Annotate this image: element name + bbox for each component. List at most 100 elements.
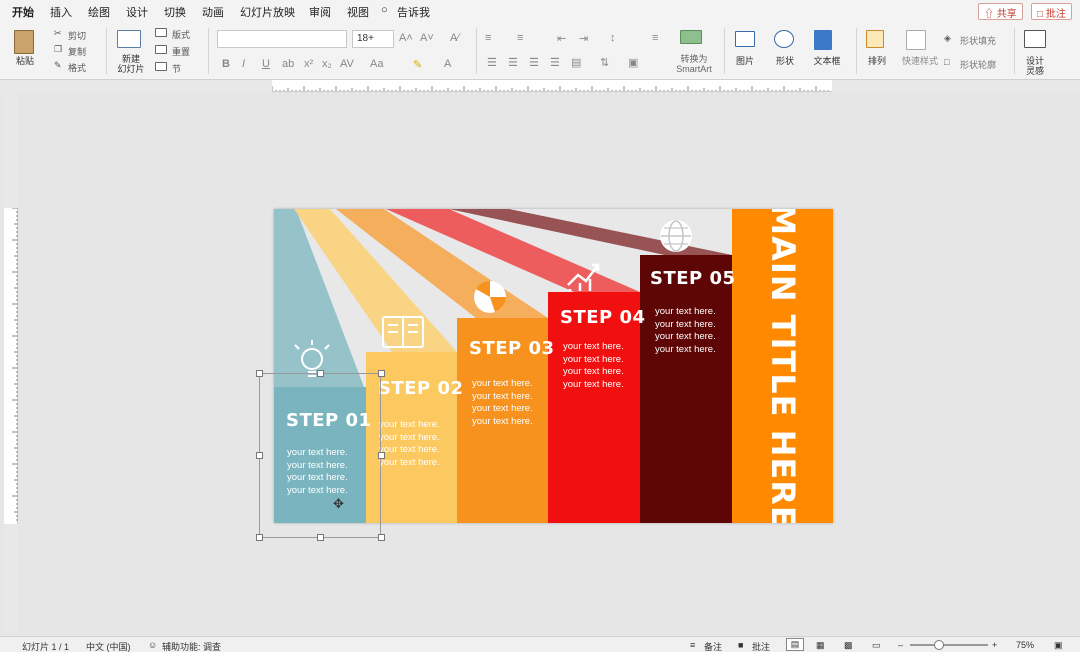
tab-review[interactable]: 审阅: [309, 4, 331, 20]
section-button[interactable]: 节: [172, 62, 181, 75]
zoom-slider-track[interactable]: [910, 644, 988, 646]
design-ideas-icon[interactable]: [1024, 30, 1046, 48]
quick-styles-button[interactable]: 快速样式: [900, 56, 940, 66]
language-indicator[interactable]: 中文 (中国): [86, 640, 131, 652]
subscript-icon[interactable]: x₂: [322, 58, 332, 70]
accessibility-status[interactable]: 辅助功能: 调查: [162, 640, 221, 652]
arrange-icon[interactable]: [866, 30, 884, 48]
zoom-in-icon[interactable]: +: [992, 640, 997, 650]
new-slide-icon[interactable]: [117, 30, 141, 48]
quick-styles-icon[interactable]: [906, 30, 926, 50]
align-text-icon[interactable]: ▣: [628, 56, 638, 69]
reset-button[interactable]: 重置: [172, 45, 190, 58]
copy-button[interactable]: 复制: [68, 45, 86, 58]
status-comments-button[interactable]: 批注: [752, 640, 770, 652]
tab-view[interactable]: 视图: [347, 4, 369, 20]
increase-font-icon[interactable]: A˄: [399, 32, 413, 44]
resize-handle-w[interactable]: [256, 452, 263, 459]
picture-button[interactable]: 图片: [732, 56, 758, 66]
slideshow-icon[interactable]: ▭: [872, 640, 881, 651]
tab-animations[interactable]: 动画: [202, 4, 224, 20]
shape-fill-icon[interactable]: ◈: [944, 33, 951, 44]
horizontal-ruler[interactable]: [272, 80, 832, 92]
zoom-slider-thumb[interactable]: [934, 640, 944, 650]
resize-handle-nw[interactable]: [256, 370, 263, 377]
shape-button[interactable]: 形状: [772, 56, 798, 66]
smartart-icon[interactable]: [680, 30, 702, 44]
comments-button[interactable]: □ 批注: [1031, 3, 1072, 20]
textbox-icon[interactable]: [814, 30, 832, 50]
bold-icon[interactable]: B: [222, 58, 230, 70]
tab-design[interactable]: 设计: [126, 4, 148, 20]
design-ideas-button[interactable]: 设计 灵感: [1020, 56, 1050, 76]
selection-frame[interactable]: [259, 373, 381, 538]
shape-outline-icon[interactable]: □: [944, 57, 949, 67]
format-painter-button[interactable]: 格式: [68, 61, 86, 74]
numbering-icon[interactable]: ≡: [517, 32, 523, 44]
font-name-input[interactable]: [217, 30, 347, 48]
notes-button[interactable]: 备注: [704, 640, 722, 652]
new-slide-button[interactable]: 新建 幻灯片: [116, 54, 146, 74]
tab-draw[interactable]: 绘图: [88, 4, 110, 20]
resize-handle-se[interactable]: [378, 534, 385, 541]
font-size-input[interactable]: 18+: [352, 30, 394, 48]
shape-outline-button[interactable]: 形状轮廓: [960, 58, 996, 71]
paste-icon[interactable]: [14, 30, 34, 54]
resize-handle-s[interactable]: [317, 534, 324, 541]
slide-sorter-icon[interactable]: ▦: [816, 640, 825, 651]
decrease-indent-icon[interactable]: ⇤: [557, 32, 566, 45]
clear-format-icon[interactable]: A∕: [450, 32, 459, 44]
change-case-icon[interactable]: Aa: [370, 58, 383, 70]
tab-slideshow[interactable]: 幻灯片放映: [240, 4, 295, 20]
main-title-box[interactable]: MAIN TITLE HERE: [732, 209, 833, 523]
tab-tell-me[interactable]: 告诉我: [397, 4, 430, 20]
bullets-icon[interactable]: ≡: [485, 32, 491, 44]
cut-icon[interactable]: ✂: [54, 28, 62, 39]
zoom-level[interactable]: 75%: [1016, 640, 1034, 650]
format-painter-icon[interactable]: ✎: [54, 60, 62, 71]
highlight-icon[interactable]: ✎: [413, 58, 422, 71]
decrease-font-icon[interactable]: A˅: [420, 32, 434, 44]
cut-button[interactable]: 剪切: [68, 29, 86, 42]
align-right-icon[interactable]: ☰: [529, 56, 539, 69]
fit-to-window-icon[interactable]: ▣: [1054, 640, 1063, 651]
arrange-button[interactable]: 排列: [864, 56, 890, 66]
tab-home[interactable]: 开始: [12, 4, 34, 24]
resize-handle-ne[interactable]: [378, 370, 385, 377]
columns-icon[interactable]: ▤: [571, 56, 581, 69]
increase-indent-icon[interactable]: ⇥: [579, 32, 588, 45]
font-color-icon[interactable]: A: [444, 58, 451, 70]
shape-icon[interactable]: [774, 30, 794, 48]
resize-handle-sw[interactable]: [256, 534, 263, 541]
align-left-icon[interactable]: ☰: [487, 56, 497, 69]
resize-handle-n[interactable]: [317, 370, 324, 377]
vertical-ruler[interactable]: [4, 207, 18, 524]
strikethrough-icon[interactable]: ab: [282, 58, 294, 70]
globe-icon: [660, 220, 692, 252]
justify-icon[interactable]: ☰: [550, 56, 560, 69]
share-button[interactable]: ⇧ 共享: [978, 3, 1023, 20]
zoom-out-icon[interactable]: –: [898, 640, 903, 650]
line-spacing-icon[interactable]: ↕: [610, 32, 616, 44]
layout-button[interactable]: 版式: [172, 28, 190, 41]
shape-fill-button[interactable]: 形状填充: [960, 34, 996, 47]
reading-view-icon[interactable]: ▩: [844, 640, 853, 651]
underline-icon[interactable]: U: [262, 58, 270, 70]
picture-icon[interactable]: [735, 31, 755, 47]
columns-layout-icon[interactable]: ≡: [652, 32, 658, 44]
layout-icon[interactable]: [155, 28, 167, 37]
textbox-button[interactable]: 文本框: [810, 56, 844, 66]
char-spacing-icon[interactable]: AV: [340, 58, 354, 70]
resize-handle-e[interactable]: [378, 452, 385, 459]
reset-icon[interactable]: [155, 45, 167, 54]
italic-icon[interactable]: I: [242, 58, 245, 70]
normal-view-icon[interactable]: ▤: [786, 638, 804, 651]
text-direction-icon[interactable]: ⇅: [600, 56, 609, 69]
section-icon[interactable]: [155, 62, 167, 71]
align-center-icon[interactable]: ☰: [508, 56, 518, 69]
copy-icon[interactable]: ❐: [54, 44, 62, 55]
tab-transitions[interactable]: 切换: [164, 4, 186, 20]
convert-smartart-button[interactable]: 转换为 SmartArt: [672, 54, 716, 74]
superscript-icon[interactable]: x²: [304, 58, 313, 70]
tab-insert[interactable]: 插入: [50, 4, 72, 20]
